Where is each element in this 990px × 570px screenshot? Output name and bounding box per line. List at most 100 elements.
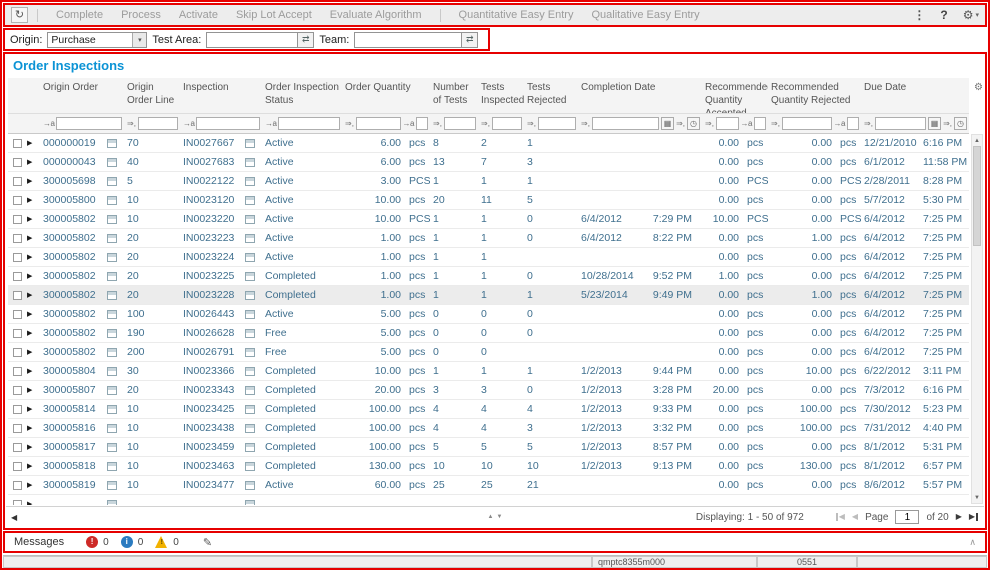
- row-checkbox[interactable]: [13, 177, 22, 186]
- filter-operator-icon[interactable]: ⇒,: [676, 120, 685, 128]
- reference-details-icon[interactable]: [107, 481, 117, 490]
- filter-operator-icon[interactable]: ⇒,: [527, 120, 536, 128]
- jump-to-icon[interactable]: →a: [834, 120, 845, 128]
- reference-details-icon[interactable]: [107, 500, 117, 506]
- filter-operator-icon[interactable]: ⇒,: [771, 120, 780, 128]
- filter-number-of-tests-input[interactable]: [444, 117, 476, 130]
- table-row[interactable]: ▶ 000000019 70 IN0027667 Active 6.00pcs …: [8, 134, 969, 153]
- reference-details-icon[interactable]: [107, 367, 117, 376]
- calendar-icon[interactable]: ▦: [928, 117, 941, 130]
- filter-tests-rejected-input[interactable]: [538, 117, 576, 130]
- reference-details-icon[interactable]: [107, 348, 117, 357]
- reference-details-icon[interactable]: [107, 215, 117, 224]
- table-row[interactable]: ▶ 300005802 20 IN0023225 Completed 1.00p…: [8, 267, 969, 286]
- previous-page-button[interactable]: ◀: [852, 513, 858, 521]
- row-expand-icon[interactable]: ▶: [27, 178, 32, 185]
- table-row[interactable]: ▶ 300005802 200 IN0026791 Free 5.00pcs 0…: [8, 343, 969, 362]
- reference-details-icon[interactable]: [245, 500, 255, 506]
- column-header-order-inspection-status[interactable]: Order Inspection Status: [262, 78, 342, 113]
- row-checkbox[interactable]: [13, 310, 22, 319]
- row-checkbox[interactable]: [13, 424, 22, 433]
- reference-details-icon[interactable]: [107, 443, 117, 452]
- splitter-handle[interactable]: ▲▼: [488, 514, 503, 520]
- reference-details-icon[interactable]: [245, 348, 255, 357]
- reference-details-icon[interactable]: [107, 310, 117, 319]
- reference-details-icon[interactable]: [107, 234, 117, 243]
- reference-details-icon[interactable]: [245, 329, 255, 338]
- row-checkbox[interactable]: [13, 443, 22, 452]
- filter-operator-icon[interactable]: ⇒,: [481, 120, 490, 128]
- row-expand-icon[interactable]: ▶: [27, 235, 32, 242]
- jump-to-icon[interactable]: →a: [265, 120, 276, 128]
- row-expand-icon[interactable]: ▶: [27, 482, 32, 489]
- reference-details-icon[interactable]: [107, 329, 117, 338]
- table-row[interactable]: ▶: [8, 495, 969, 505]
- scrollbar-thumb[interactable]: [973, 146, 981, 246]
- row-checkbox[interactable]: [13, 253, 22, 262]
- filter-operator-icon[interactable]: ⇒,: [127, 120, 136, 128]
- action-evaluate-algorithm[interactable]: Evaluate Algorithm: [330, 9, 422, 21]
- action-skip-lot-accept[interactable]: Skip Lot Accept: [236, 9, 312, 21]
- row-expand-icon[interactable]: ▶: [27, 406, 32, 413]
- jump-to-icon[interactable]: →a: [403, 120, 414, 128]
- reference-details-icon[interactable]: [245, 367, 255, 376]
- vertical-scrollbar[interactable]: ▲ ▼: [971, 134, 983, 504]
- hscroll-left-icon[interactable]: ◀: [11, 513, 17, 522]
- row-checkbox[interactable]: [13, 215, 22, 224]
- reference-details-icon[interactable]: [245, 253, 255, 262]
- filter-operator-icon[interactable]: ⇒,: [581, 120, 590, 128]
- help-icon[interactable]: ?: [940, 8, 947, 22]
- reference-details-icon[interactable]: [107, 158, 117, 167]
- reference-details-icon[interactable]: [107, 386, 117, 395]
- reference-details-icon[interactable]: [245, 215, 255, 224]
- reference-details-icon[interactable]: [245, 139, 255, 148]
- first-page-button[interactable]: ◀: [835, 513, 845, 521]
- reference-details-icon[interactable]: [245, 462, 255, 471]
- row-checkbox[interactable]: [13, 196, 22, 205]
- row-expand-icon[interactable]: ▶: [27, 254, 32, 261]
- row-checkbox[interactable]: [13, 367, 22, 376]
- dropdown-arrow-icon[interactable]: ▾: [132, 33, 146, 47]
- row-expand-icon[interactable]: ▶: [27, 273, 32, 280]
- reference-details-icon[interactable]: [245, 386, 255, 395]
- filter-rec-accepted-input[interactable]: [716, 117, 739, 130]
- filter-tests-inspected-input[interactable]: [492, 117, 522, 130]
- filter-inspection-input[interactable]: [196, 117, 260, 130]
- row-expand-icon[interactable]: ▶: [27, 501, 32, 506]
- grid-settings-icon[interactable]: ⚙: [974, 82, 983, 93]
- column-header-due-date[interactable]: Due Date: [861, 78, 969, 113]
- reference-details-icon[interactable]: [107, 196, 117, 205]
- table-row[interactable]: ▶ 300005814 10 IN0023425 Completed 100.0…: [8, 400, 969, 419]
- filter-origin-order-input[interactable]: [56, 117, 122, 130]
- column-header-tests-inspected[interactable]: Tests Inspected: [478, 78, 524, 113]
- reference-details-icon[interactable]: [107, 424, 117, 433]
- row-checkbox[interactable]: [13, 234, 22, 243]
- filter-operator-icon[interactable]: ⇒,: [705, 120, 714, 128]
- reference-details-icon[interactable]: [107, 462, 117, 471]
- row-checkbox[interactable]: [13, 405, 22, 414]
- column-header-number-of-tests[interactable]: Number of Tests: [430, 78, 478, 113]
- reference-details-icon[interactable]: [245, 405, 255, 414]
- filter-operator-icon[interactable]: ⇒,: [433, 120, 442, 128]
- team-browse-icon[interactable]: ⇄: [462, 32, 478, 48]
- action-activate[interactable]: Activate: [179, 9, 218, 21]
- overflow-menu-icon[interactable]: ⋮: [913, 8, 925, 22]
- column-header-origin-order[interactable]: Origin Order: [40, 78, 124, 113]
- filter-completion-date-input[interactable]: [592, 117, 659, 130]
- table-row[interactable]: ▶ 300005802 100 IN0026443 Active 5.00pcs…: [8, 305, 969, 324]
- column-header-tests-rejected[interactable]: Tests Rejected: [524, 78, 578, 113]
- reference-details-icon[interactable]: [245, 424, 255, 433]
- filter-status-input[interactable]: [278, 117, 340, 130]
- table-row[interactable]: ▶ 000000043 40 IN0027683 Active 6.00pcs …: [8, 153, 969, 172]
- reference-details-icon[interactable]: [245, 272, 255, 281]
- row-expand-icon[interactable]: ▶: [27, 368, 32, 375]
- jump-to-icon[interactable]: →a: [43, 120, 54, 128]
- reference-details-icon[interactable]: [107, 177, 117, 186]
- scroll-down-icon[interactable]: ▼: [974, 492, 980, 503]
- row-checkbox[interactable]: [13, 348, 22, 357]
- reference-details-icon[interactable]: [245, 177, 255, 186]
- filter-line-input[interactable]: [138, 117, 178, 130]
- table-row[interactable]: ▶ 300005802 10 IN0023220 Active 10.00PCS…: [8, 210, 969, 229]
- row-expand-icon[interactable]: ▶: [27, 387, 32, 394]
- row-expand-icon[interactable]: ▶: [27, 463, 32, 470]
